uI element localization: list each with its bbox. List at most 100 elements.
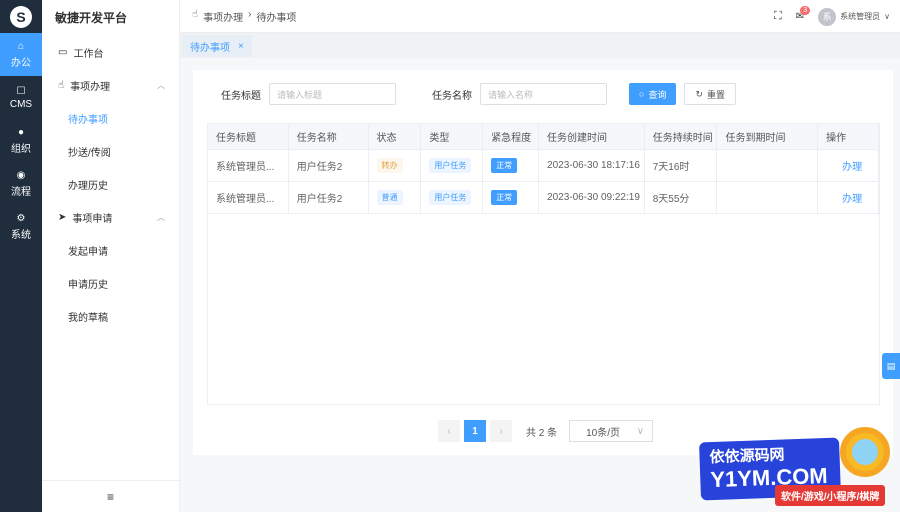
status-tag: 普通 <box>376 190 403 205</box>
action-link[interactable]: 办理 <box>842 158 862 173</box>
menu-group-apply[interactable]: ➤ 事项申请 ︿ <box>42 201 179 234</box>
column-header: 操作 <box>818 124 879 149</box>
menu-item-apply-history[interactable]: 申请历史 <box>42 267 179 300</box>
rail-item-cms[interactable]: ☐ CMS <box>0 76 42 119</box>
prev-page-button[interactable]: ‹ <box>438 420 460 442</box>
menu-group-handle[interactable]: ☝ 事项办理 ︿ <box>42 69 179 102</box>
cell-name: 用户任务2 <box>289 150 369 181</box>
hand-icon: ☝ <box>58 80 65 91</box>
rail-item-office[interactable]: ⌂ 办公 <box>0 33 42 76</box>
column-header: 任务标题 <box>208 124 289 149</box>
task-table: 任务标题 任务名称 状态 类型 紧急程度 任务创建时间 任务持续时间 任务到期时间 操作 系统管… <box>207 123 880 405</box>
title-input[interactable]: 请输入标题 <box>269 83 396 105</box>
column-header: 任务名称 <box>289 124 369 149</box>
column-header: 紧急程度 <box>483 124 540 149</box>
total-count: 共 2 条 <box>526 427 558 439</box>
action-link[interactable]: 办理 <box>842 190 862 205</box>
column-header: 类型 <box>421 124 484 149</box>
duration-text: 8天55分 <box>652 194 690 205</box>
duration-text: 7天16时 <box>652 162 690 173</box>
query-button[interactable]: ○ 查询 <box>629 83 677 105</box>
table-row: 系统管理员... 用户任务2 转办 用户任务 正常 2023-06-30 18:17:16… <box>208 150 879 182</box>
search-form: 任务标题 请输入标题 任务名称 请输入名称 ○ 查询 ↻ 重置 <box>193 83 893 105</box>
tab-todo[interactable]: 待办事项 × <box>182 35 252 57</box>
breadcrumb-item: 待办事项 <box>256 12 297 24</box>
cell-due <box>717 182 819 213</box>
side-menu: 敏捷开发平台 ▭ 工作台 ☝ 事项办理 ︿ 待办事项 抄送/传阅 办理历史 ➤ 事项申请… <box>42 0 180 512</box>
menu-item-start-apply[interactable]: 发起申请 <box>42 234 179 267</box>
breadcrumb: ☝ 事项办理 › 待办事项 <box>192 9 296 24</box>
app-logo[interactable]: S <box>0 0 42 33</box>
send-icon: ➤ <box>58 212 67 223</box>
cell-type: 用户任务 <box>421 150 484 181</box>
created-text: 2023-06-30 18:17:16 <box>547 160 640 171</box>
breadcrumb-item[interactable]: 事项办理 <box>203 9 243 24</box>
status-tag: 转办 <box>376 158 403 173</box>
collapse-menu-button[interactable]: ≡ <box>42 480 179 512</box>
user-icon: ● <box>17 126 25 138</box>
cell-urgency: 正常 <box>483 150 540 181</box>
column-header: 任务持续时间 <box>645 124 718 149</box>
cell-duration: 8天55分 <box>645 182 718 213</box>
name-text: 用户任务2 <box>296 194 343 205</box>
cell-action: 办理 <box>818 150 879 181</box>
urgency-tag: 正常 <box>491 158 518 173</box>
cell-duration: 7天16时 <box>645 150 718 181</box>
column-header: 任务到期时间 <box>717 124 819 149</box>
page-1-button[interactable]: 1 <box>464 420 486 442</box>
next-page-button[interactable]: › <box>490 420 512 442</box>
urgency-tag: 正常 <box>491 190 518 205</box>
main-card: 任务标题 请输入标题 任务名称 请输入名称 ○ 查询 ↻ 重置 任务标题 任务名称 状态… <box>193 70 893 455</box>
cell-title: 系统管理员... <box>208 150 289 181</box>
rail-item-flow[interactable]: ◉ 流程 <box>0 162 42 205</box>
top-header: ☝ 事项办理 › 待办事项 ⛶ ✉ 3 系 系统管理员 ∨ <box>180 0 900 33</box>
menu-item-handled-history[interactable]: 办理历史 <box>42 168 179 201</box>
edit-icon: ☐ <box>16 85 26 97</box>
notification-badge: 3 <box>800 6 811 15</box>
cell-created: 2023-06-30 18:17:16 <box>539 150 645 181</box>
chevron-up-icon: ︿ <box>157 81 165 90</box>
menu-icon: ≡ <box>106 489 114 504</box>
menu-item-cc[interactable]: 抄送/传阅 <box>42 135 179 168</box>
reset-button[interactable]: ↻ 重置 <box>684 83 737 105</box>
cell-urgency: 正常 <box>483 182 540 213</box>
refresh-icon: ↻ <box>695 88 703 99</box>
fullscreen-icon[interactable]: ⛶ <box>774 10 782 23</box>
menu-item-workbench[interactable]: ▭ 工作台 <box>42 36 179 69</box>
cell-status: 转办 <box>369 150 422 181</box>
float-help-button[interactable]: ▤ <box>882 353 900 379</box>
chevron-down-icon: ∨ <box>884 12 890 21</box>
chevron-right-icon: › <box>248 8 252 20</box>
title-text: 系统管理员... <box>216 194 275 205</box>
page-size-select[interactable]: 10条/页 ∨ <box>569 420 654 442</box>
close-icon[interactable]: × <box>238 41 244 52</box>
name-input[interactable]: 请输入名称 <box>480 83 607 105</box>
cell-action: 办理 <box>818 182 879 213</box>
chevron-up-icon: ︿ <box>157 213 165 222</box>
monitor-icon: ▭ <box>58 47 68 58</box>
cell-created: 2023-06-30 09:22:19 <box>539 182 645 213</box>
menu-item-todo[interactable]: 待办事项 <box>42 102 179 135</box>
search-icon: ○ <box>639 89 645 99</box>
chat-icon: ▤ <box>886 360 896 371</box>
cell-due <box>717 150 819 181</box>
chevron-down-icon: ∨ <box>636 425 645 437</box>
rail-item-system[interactable]: ⚙ 系统 <box>0 205 42 248</box>
hand-icon: ☝ <box>192 8 199 20</box>
cell-type: 用户任务 <box>421 182 484 213</box>
title-text: 系统管理员... <box>216 162 275 173</box>
app-rail: S ⌂ 办公 ☐ CMS ● 组织 ◉ 流程 ⚙ 系统 <box>0 0 42 512</box>
gear-icon: ⚙ <box>16 212 26 224</box>
column-header: 任务创建时间 <box>539 124 645 149</box>
cell-name: 用户任务2 <box>289 182 369 213</box>
column-header: 状态 <box>369 124 422 149</box>
menu-item-drafts[interactable]: 我的草稿 <box>42 300 179 333</box>
home-icon: ⌂ <box>17 40 25 52</box>
avatar: 系 <box>818 7 837 26</box>
watermark-logo: 依依源码网 Y1YM.COM 软件/游戏/小程序/棋牌 <box>680 425 900 512</box>
user-menu[interactable]: 系 系统管理员 ∨ <box>818 7 890 26</box>
flow-icon: ◉ <box>16 169 26 181</box>
table-header: 任务标题 任务名称 状态 类型 紧急程度 任务创建时间 任务持续时间 任务到期时间 操作 <box>208 124 879 150</box>
message-icon[interactable]: ✉ 3 <box>796 6 811 22</box>
rail-item-org[interactable]: ● 组织 <box>0 119 42 162</box>
